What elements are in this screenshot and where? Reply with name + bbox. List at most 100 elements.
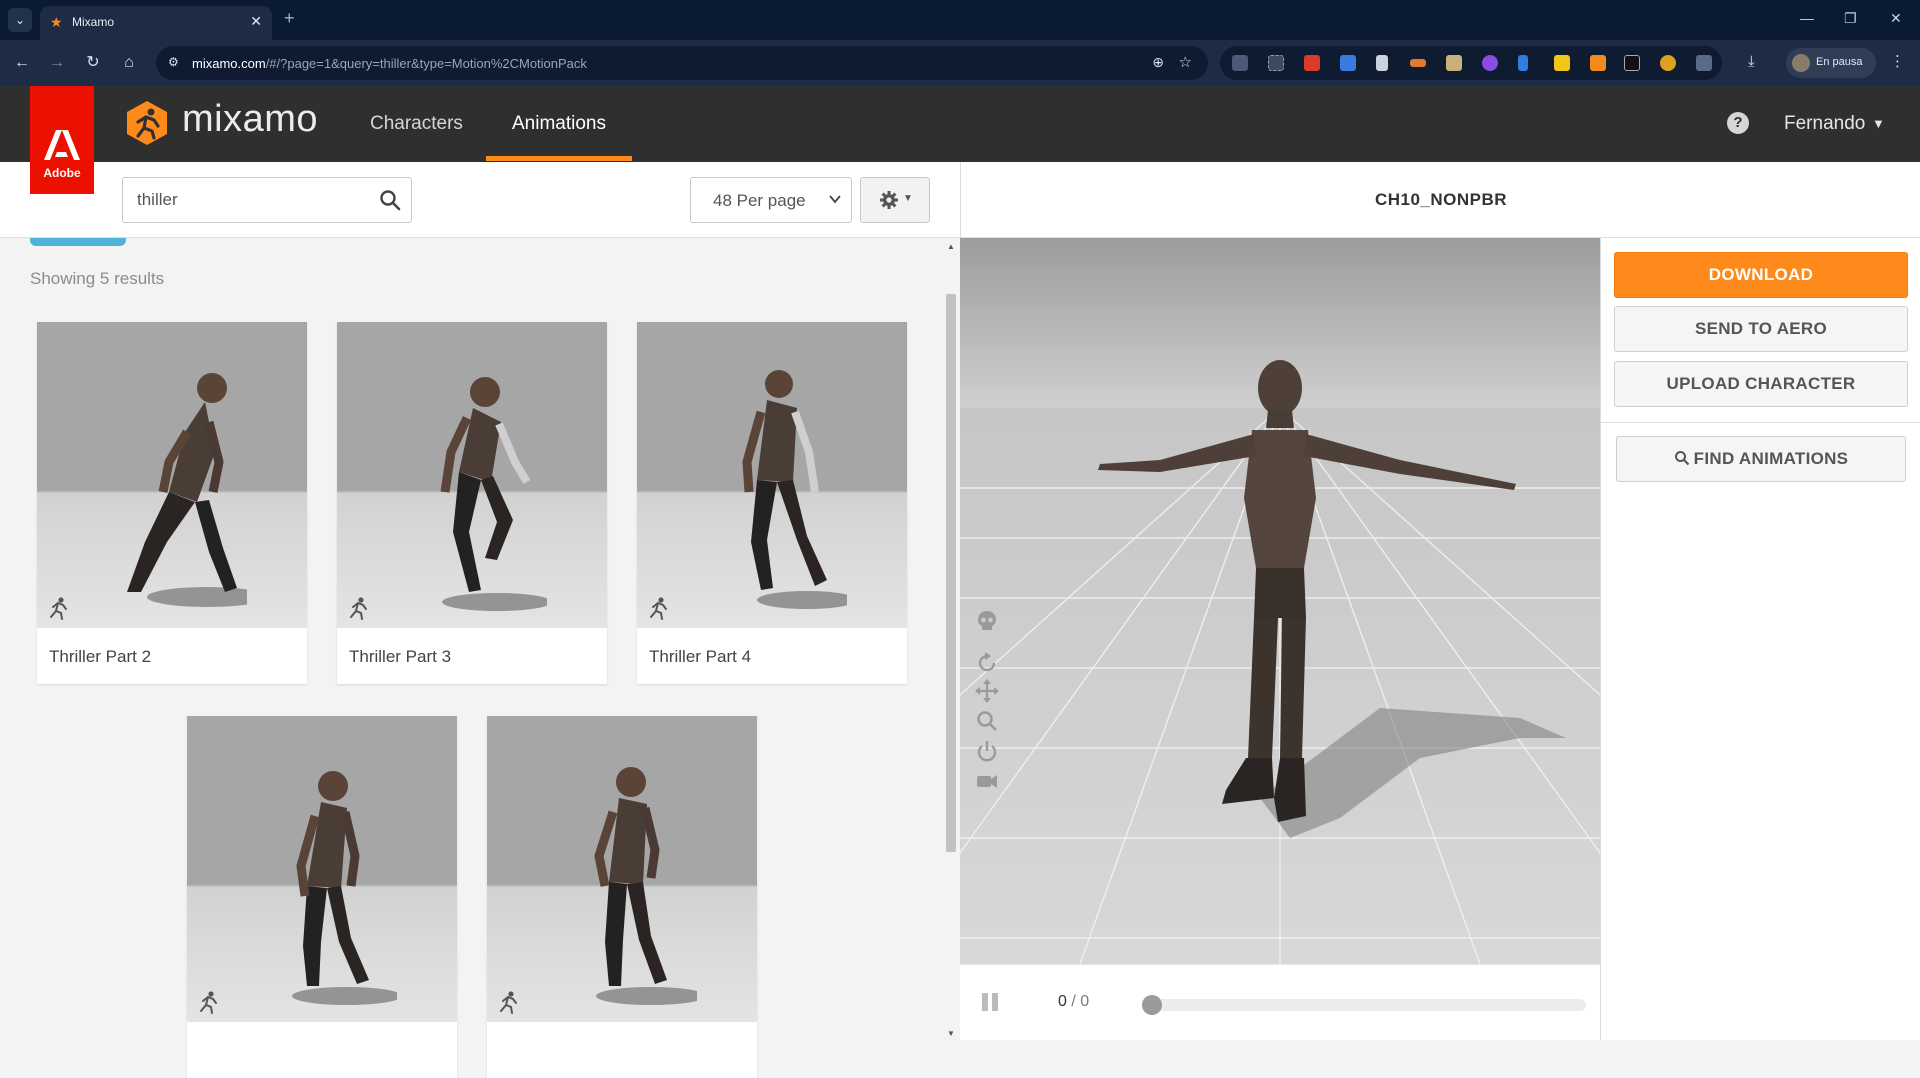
actions-panel: DOWNLOAD SEND TO AERO UPLOAD CHARACTER F… — [1600, 238, 1920, 1040]
timeline-handle[interactable] — [1142, 995, 1162, 1015]
search-input[interactable] — [137, 178, 367, 222]
viewer-header: CH10_NONPBR — [960, 162, 1920, 238]
animation-card[interactable]: Thriller Part 4 — [637, 322, 907, 684]
run-icon — [650, 597, 667, 620]
run-icon — [50, 597, 67, 620]
adobe-label: Adobe — [43, 166, 81, 180]
camera-icon[interactable] — [974, 768, 1000, 794]
url-host: mixamo.com/#/?page=1&query=thiller&type=… — [192, 56, 587, 71]
gear-icon — [880, 191, 898, 209]
extension-icon-4[interactable] — [1660, 55, 1676, 71]
extension-icon-2[interactable] — [1410, 59, 1426, 67]
find-animations-label: FIND ANIMATIONS — [1693, 449, 1849, 468]
restore-button[interactable]: ❐ — [1844, 10, 1857, 27]
zoom-icon[interactable] — [974, 708, 1000, 734]
settings-button[interactable]: ▼ — [860, 177, 930, 223]
browser-tab-strip: ⌄ ★ Mixamo ✕ + — ❐ ✕ — [0, 0, 1920, 40]
close-window-button[interactable]: ✕ — [1890, 10, 1902, 27]
profile-button[interactable]: En pausa — [1786, 48, 1876, 78]
extension-icon[interactable] — [1232, 55, 1248, 71]
animation-card[interactable]: Thriller Part 3 — [337, 322, 607, 684]
animation-thumbnail[interactable] — [37, 322, 307, 628]
scroll-up-icon[interactable]: ▲ — [947, 242, 955, 251]
tab-search-button[interactable]: ⌄ — [8, 8, 32, 32]
animation-thumbnail[interactable] — [487, 716, 757, 1022]
viewport-scene — [960, 238, 1600, 964]
results-scrollbar[interactable]: ▲ ▼ — [944, 238, 958, 1040]
animation-title: Thriller Part 2 — [49, 647, 152, 666]
downloads-icon[interactable]: ⤓ — [1748, 53, 1755, 70]
mixamo-logo-icon[interactable] — [124, 100, 170, 146]
search-box[interactable] — [122, 177, 412, 223]
nav-characters[interactable]: Characters — [370, 113, 463, 135]
help-icon[interactable]: ? — [1727, 112, 1749, 134]
nav-animations[interactable]: Animations — [512, 113, 606, 135]
tab-title: Mixamo — [72, 15, 115, 29]
frame-total: 0 — [1080, 993, 1090, 1010]
zoom-indicator-icon[interactable]: ⊕ — [1152, 54, 1164, 71]
mixamo-wordmark[interactable]: mixamo — [182, 98, 318, 141]
user-menu[interactable]: Fernando — [1784, 113, 1865, 135]
chevron-down-icon — [829, 195, 841, 204]
site-info-icon[interactable]: ⚙ — [168, 55, 179, 69]
pan-icon[interactable] — [974, 678, 1000, 704]
pause-icon[interactable] — [980, 991, 1000, 1013]
animation-card[interactable] — [487, 716, 757, 1078]
adobe-a-icon — [44, 130, 80, 160]
minimize-button[interactable]: — — [1800, 10, 1814, 26]
home-icon[interactable]: ⌂ — [118, 52, 140, 74]
upload-character-button[interactable]: UPLOAD CHARACTER — [1614, 361, 1908, 407]
search-icon[interactable] — [379, 189, 401, 211]
find-animations-button[interactable]: FIND ANIMATIONS — [1616, 436, 1906, 482]
gear-extension-icon[interactable] — [1482, 55, 1498, 71]
address-bar[interactable]: ⚙ mixamo.com/#/?page=1&query=thiller&typ… — [156, 46, 1208, 80]
active-nav-indicator — [486, 156, 632, 161]
rotate-icon[interactable] — [974, 650, 1000, 676]
skull-icon[interactable] — [974, 608, 1000, 634]
zombie-figure-image — [292, 771, 397, 1005]
animation-thumbnail[interactable] — [337, 322, 607, 628]
animation-card[interactable]: Thriller Part 2 — [37, 322, 307, 684]
forward-icon[interactable]: → — [46, 52, 68, 74]
extension-icon-3[interactable] — [1446, 55, 1462, 71]
notes-extension-icon[interactable] — [1554, 55, 1570, 71]
download-button[interactable]: DOWNLOAD — [1614, 252, 1908, 298]
search-toolbar: 48 Per page ▼ — [0, 162, 960, 238]
mail-extension-icon[interactable] — [1304, 55, 1320, 71]
run-icon — [500, 991, 517, 1014]
adobe-logo[interactable]: Adobe — [30, 86, 94, 194]
divider — [1601, 422, 1920, 423]
back-icon[interactable]: ← — [11, 52, 33, 74]
per-page-select[interactable]: 48 Per page — [690, 177, 852, 223]
character-name: CH10_NONPBR — [1374, 190, 1508, 209]
reload-icon[interactable]: ↻ — [82, 52, 104, 74]
send-to-aero-button[interactable]: SEND TO AERO — [1614, 306, 1908, 352]
animation-thumbnail[interactable] — [637, 322, 907, 628]
url-path: /#/?page=1&query=thiller&type=Motion%2CM… — [265, 56, 587, 71]
scrollbar-thumb[interactable] — [946, 294, 956, 852]
bookmark-star-icon[interactable]: ☆ — [1179, 53, 1192, 71]
animation-thumbnail[interactable] — [187, 716, 457, 1022]
close-tab-icon[interactable]: ✕ — [250, 13, 262, 30]
translate-extension-icon[interactable] — [1340, 55, 1356, 71]
search-icon — [1674, 451, 1689, 466]
browser-menu-icon[interactable]: ⋮ — [1890, 52, 1905, 70]
new-tab-button[interactable]: + — [284, 8, 295, 29]
frame-separator: / — [1066, 993, 1081, 1010]
animation-card[interactable] — [187, 716, 457, 1078]
3d-viewport[interactable] — [960, 238, 1600, 964]
screenshot-extension-icon[interactable] — [1268, 55, 1284, 71]
pen-extension-icon[interactable] — [1518, 55, 1528, 71]
puzzle-extensions-icon[interactable] — [1696, 55, 1712, 71]
eyedropper-extension-icon[interactable] — [1376, 55, 1388, 71]
per-page-value: 48 Per page — [713, 191, 806, 210]
scroll-down-icon[interactable]: ▼ — [947, 1029, 955, 1038]
frame-counter: 0 / 0 — [1058, 993, 1089, 1011]
caret-down-icon[interactable]: ▼ — [1872, 116, 1885, 131]
info-extension-icon[interactable] — [1624, 55, 1640, 71]
browser-tab[interactable]: ★ Mixamo ✕ — [40, 6, 272, 40]
timeline-slider[interactable] — [1142, 995, 1586, 1015]
rss-extension-icon[interactable] — [1590, 55, 1606, 71]
animation-title — [487, 1022, 757, 1078]
power-icon[interactable] — [974, 738, 1000, 764]
